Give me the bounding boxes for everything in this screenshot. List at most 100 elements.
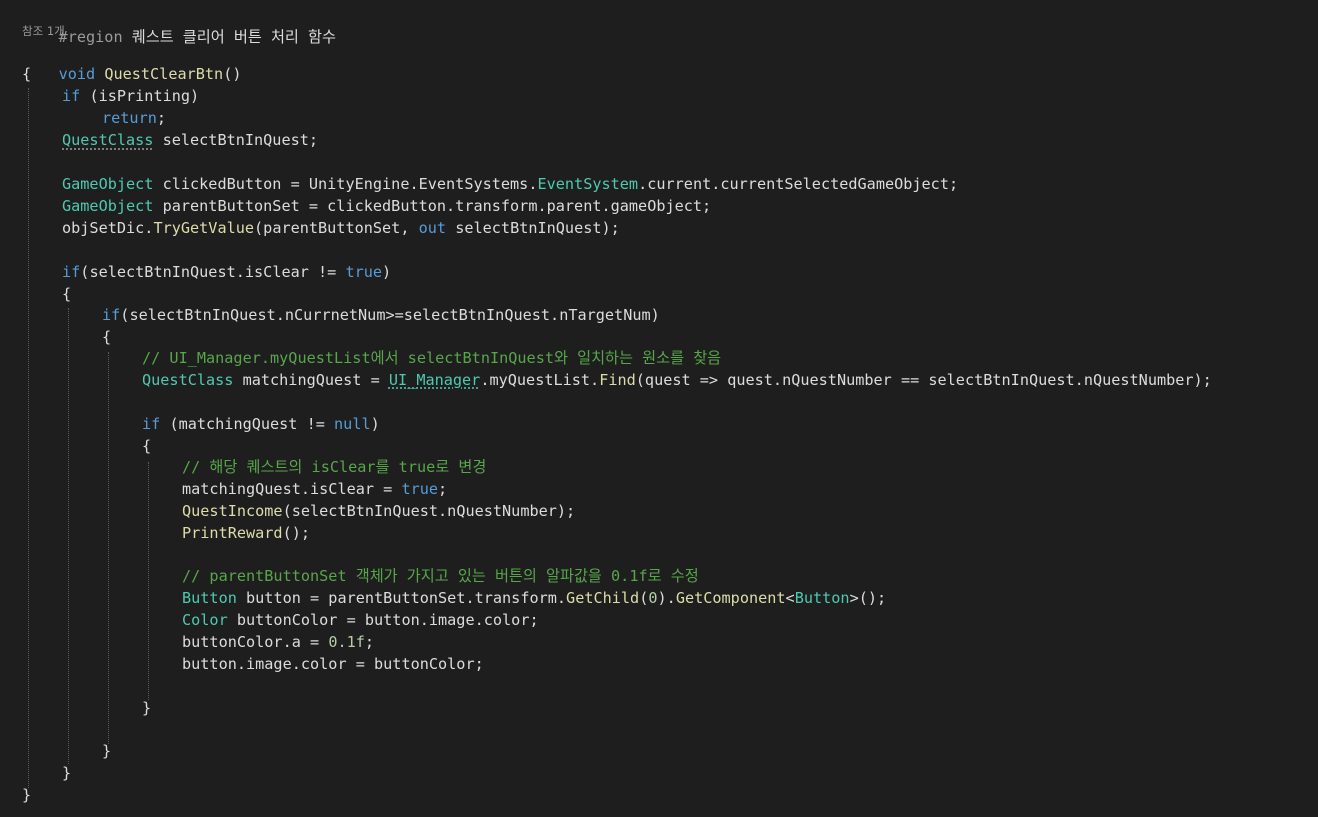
keyword-true: true <box>345 263 383 281</box>
code-line[interactable]: GameObject parentButtonSet = clickedButt… <box>62 195 711 217</box>
code-text: (selectBtnInQuest.isClear != <box>80 263 346 281</box>
code-comment: // UI_Manager.myQuestList에서 selectBtnInQ… <box>142 349 722 367</box>
code-line[interactable]: { <box>22 63 31 85</box>
code-text: < <box>785 589 795 607</box>
code-text: parentButtonSet = clickedButton.transfor… <box>153 197 712 215</box>
code-line[interactable]: PrintReward(); <box>182 522 310 544</box>
code-line[interactable]: if (isPrinting) <box>62 85 199 107</box>
keyword-void: void <box>58 65 96 83</box>
type-name: EventSystem <box>537 175 639 193</box>
code-line[interactable]: objSetDic.TryGetValue(parentButtonSet, o… <box>62 217 620 239</box>
code-line[interactable]: Button button = parentButtonSet.transfor… <box>182 587 886 609</box>
code-line[interactable]: if(selectBtnInQuest.nCurrnetNum>=selectB… <box>102 304 660 326</box>
keyword-out: out <box>418 219 447 237</box>
brace-close: } <box>102 742 112 760</box>
keyword-if: if <box>62 87 81 105</box>
brace-close: } <box>62 764 72 782</box>
number-literal: 0 <box>648 589 658 607</box>
code-text: button = parentButtonSet.transform. <box>236 589 567 607</box>
code-line[interactable]: if(selectBtnInQuest.isClear != true) <box>62 261 391 283</box>
code-text: ). <box>657 589 676 607</box>
code-text: >(); <box>849 589 887 607</box>
code-comment: // parentButtonSet 객체가 가지고 있는 버튼의 알파값을 0… <box>182 567 699 585</box>
code-text: (quest => quest.nQuestNumber == selectBt… <box>635 371 1212 389</box>
code-line[interactable]: // parentButtonSet 객체가 가지고 있는 버튼의 알파값을 0… <box>182 565 699 587</box>
code-text: selectBtnInQuest; <box>153 131 319 149</box>
method-call: QuestIncome <box>182 502 283 520</box>
indent-guide <box>148 462 149 700</box>
code-text: ; <box>438 480 448 498</box>
type-name: Button <box>182 589 237 607</box>
indent-guide <box>68 308 69 764</box>
code-text: ; <box>364 633 375 651</box>
code-text: (parentButtonSet, <box>254 219 419 237</box>
code-line[interactable]: QuestClass selectBtnInQuest; <box>62 129 318 151</box>
keyword-null: null <box>334 415 371 433</box>
keyword-if: if <box>142 415 161 433</box>
code-text: ) <box>370 415 380 433</box>
code-text: buttonColor.a = <box>182 633 329 651</box>
code-line[interactable]: if (matchingQuest != null) <box>142 413 380 435</box>
code-line[interactable]: } <box>142 697 151 719</box>
code-text: (); <box>282 524 311 542</box>
keyword-return: return <box>102 109 157 127</box>
brace-open: { <box>142 437 152 455</box>
type-name: QuestClass <box>142 371 234 389</box>
code-line[interactable]: QuestClass matchingQuest = UI_Manager.my… <box>142 369 1212 391</box>
code-line-region[interactable]: #region 퀘스트 클리어 버튼 처리 함수 <box>22 4 336 46</box>
indent-guide <box>28 88 29 788</box>
type-name: UI_Manager <box>388 371 481 389</box>
code-text: matchingQuest.isClear = <box>182 480 402 498</box>
code-text: (isPrinting) <box>80 87 200 105</box>
code-text: (matchingQuest != <box>160 415 335 433</box>
code-text: ) <box>382 263 392 281</box>
code-line[interactable]: // 해당 퀘스트의 isClear를 true로 변경 <box>182 456 486 478</box>
code-line[interactable]: { <box>102 326 111 348</box>
code-text: ; <box>156 109 167 127</box>
method-call: Find <box>599 371 636 389</box>
code-line[interactable]: GameObject clickedButton = UnityEngine.E… <box>62 173 958 195</box>
keyword-if: if <box>62 263 81 281</box>
code-line[interactable]: } <box>102 740 111 762</box>
brace-open: { <box>22 65 32 83</box>
code-line[interactable]: { <box>62 283 71 305</box>
type-name: Button <box>794 589 850 607</box>
type-name: QuestClass <box>62 131 154 149</box>
code-line[interactable]: // UI_Manager.myQuestList에서 selectBtnInQ… <box>142 347 721 369</box>
keyword-true: true <box>401 480 439 498</box>
code-text: selectBtnInQuest); <box>446 219 620 237</box>
brace-close: } <box>142 699 152 717</box>
code-line[interactable]: buttonColor.a = 0.1f; <box>182 631 374 653</box>
code-line[interactable]: QuestIncome(selectBtnInQuest.nQuestNumbe… <box>182 500 575 522</box>
method-call: TryGetValue <box>153 219 255 237</box>
code-comment: // 해당 퀘스트의 isClear를 true로 변경 <box>182 458 487 476</box>
references-codelens[interactable]: 참조 1개 <box>22 22 65 40</box>
code-text: button.image.color = buttonColor; <box>182 655 484 673</box>
code-line[interactable]: } <box>62 762 71 784</box>
code-text: buttonColor = button.image.color; <box>227 611 539 629</box>
code-text: (selectBtnInQuest.nQuestNumber); <box>282 502 576 520</box>
brace-open: { <box>102 328 112 346</box>
code-line[interactable]: { <box>142 435 151 457</box>
code-line[interactable]: matchingQuest.isClear = true; <box>182 478 447 500</box>
type-name: Color <box>182 611 228 629</box>
code-line[interactable]: return; <box>102 107 166 129</box>
code-line-method-signature[interactable]: void QuestClearBtn() <box>22 41 242 83</box>
indent-guide <box>108 352 109 744</box>
code-editor[interactable]: #region 퀘스트 클리어 버튼 처리 함수 참조 1개 void Ques… <box>0 0 1318 817</box>
code-text: matchingQuest = <box>233 371 389 389</box>
method-name: QuestClearBtn <box>104 65 224 83</box>
type-name: GameObject <box>62 197 154 215</box>
brace-close: } <box>22 786 32 804</box>
code-text: (selectBtnInQuest.nCurrnetNum>=selectBtn… <box>120 306 660 324</box>
method-parens: () <box>223 65 242 83</box>
code-line[interactable]: button.image.color = buttonColor; <box>182 653 484 675</box>
code-text: .myQuestList. <box>480 371 600 389</box>
method-call: GetChild <box>566 589 640 607</box>
code-line[interactable]: Color buttonColor = button.image.color; <box>182 609 539 631</box>
code-text: ( <box>639 589 649 607</box>
code-text: .current.currentSelectedGameObject; <box>638 175 959 193</box>
keyword-if: if <box>102 306 121 324</box>
method-call: PrintReward <box>182 524 283 542</box>
code-line[interactable]: } <box>22 784 31 806</box>
